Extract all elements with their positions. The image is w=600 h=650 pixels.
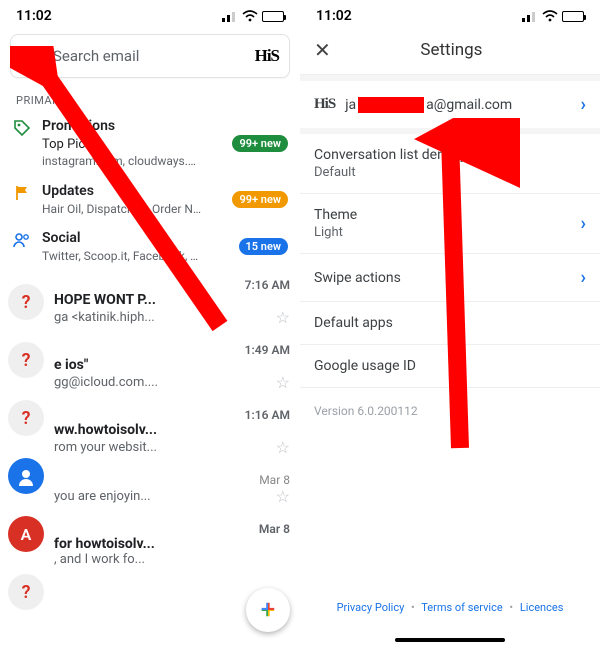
email-preview: ga <katinik.hiph... — [54, 310, 155, 325]
flag-icon — [12, 182, 32, 202]
email-subject: e ios" — [54, 357, 290, 373]
tab-meta: Hair Oil, Dispatched, Order No... — [42, 201, 202, 217]
row-label: Google usage ID — [314, 358, 586, 374]
email-list: 7:16 AM HOPE WONT P... ga <katinik.hiph.… — [0, 270, 300, 575]
account-email: ja a@gmail.com — [345, 97, 570, 113]
email-time: Mar 8 — [54, 522, 290, 536]
tab-updates[interactable]: Updates Hair Oil, Dispatched, Order No..… — [0, 176, 300, 223]
avatar-unknown[interactable]: ? — [8, 400, 44, 436]
wifi-icon — [542, 10, 558, 22]
licences-link[interactable]: Licences — [520, 601, 564, 614]
compose-fab[interactable]: + — [246, 588, 290, 632]
people-icon — [12, 229, 32, 249]
tab-title: Updates — [42, 182, 222, 201]
email-row[interactable]: 7:16 AM HOPE WONT P... ga <katinik.hiph.… — [54, 270, 300, 335]
status-bar: 11:02 — [0, 0, 300, 26]
email-time: 1:16 AM — [54, 408, 290, 422]
row-label: Swipe actions — [314, 270, 571, 286]
section-label: PRIMARY — [0, 86, 300, 111]
version-label: Version 6.0.200112 — [300, 388, 600, 434]
email-row[interactable]: 1:16 AM ww.howtoisolv... rom your websit… — [54, 400, 300, 465]
avatar-letter[interactable]: A — [8, 516, 44, 552]
avatar-unknown[interactable]: ? — [8, 342, 44, 378]
email-subject: for howtoisolv... — [54, 536, 290, 552]
star-icon[interactable]: ☆ — [276, 438, 290, 457]
avatar-user[interactable] — [8, 458, 44, 494]
email-subject: ww.howtoisolv... — [54, 422, 290, 438]
avatar-unknown[interactable]: ? — [8, 574, 44, 610]
star-icon[interactable]: ☆ — [276, 487, 290, 506]
battery-icon — [262, 11, 284, 22]
email-row[interactable]: 1:49 AM e ios" gg@icloud.com.... ☆ — [54, 335, 300, 400]
email-row[interactable]: Mar 8 you are enjoyin... ☆ — [54, 465, 300, 514]
email-time: Mar 8 — [54, 473, 290, 487]
tag-icon — [12, 117, 32, 137]
email-preview: gg@icloud.com.... — [54, 375, 158, 390]
settings-title: Settings — [317, 40, 586, 60]
email-time: 1:49 AM — [54, 343, 290, 357]
settings-header: ✕ Settings — [300, 26, 600, 74]
settings-list: HiS ja a@gmail.com › Conversation list d… — [300, 74, 600, 388]
plus-icon: + — [261, 595, 275, 625]
settings-density-row[interactable]: Conversation list density Default — [300, 134, 600, 194]
redacted-block — [358, 97, 424, 113]
badge: 99+ new — [232, 191, 288, 208]
status-bar: 11:02 — [300, 0, 600, 26]
sender-avatars: ? ? ? A ? — [8, 284, 44, 610]
status-icons — [522, 10, 584, 22]
privacy-link[interactable]: Privacy Policy — [337, 601, 405, 614]
email-subject: HOPE WONT P... — [54, 292, 290, 308]
home-indicator — [395, 638, 505, 642]
terms-link[interactable]: Terms of service — [421, 601, 502, 614]
status-time: 11:02 — [316, 8, 352, 24]
row-label: Default apps — [314, 315, 586, 331]
profile-avatar[interactable]: HiS — [255, 46, 279, 66]
tab-promotions[interactable]: Promotions Top Picks instagram.com, clou… — [0, 111, 300, 176]
row-value: Default — [314, 165, 586, 180]
chevron-right-icon: › — [581, 94, 586, 115]
search-input-placeholder: Search email — [53, 47, 243, 65]
badge: 15 new — [239, 238, 289, 255]
menu-icon[interactable] — [21, 49, 41, 63]
status-icons — [222, 10, 284, 22]
tab-social[interactable]: Social Twitter, Scoop.it, Facebook, Tu..… — [0, 223, 300, 270]
star-icon[interactable]: ☆ — [276, 308, 290, 327]
badge: 99+ new — [232, 135, 288, 152]
signal-icon — [222, 11, 238, 22]
settings-swipe-row[interactable]: Swipe actions › — [300, 254, 600, 302]
tab-meta: Twitter, Scoop.it, Facebook, Tu... — [42, 248, 202, 264]
email-preview: you are enjoyin... — [54, 489, 151, 504]
row-value: Light — [314, 225, 571, 240]
tab-title: Promotions — [42, 117, 222, 136]
tab-sub: Top Picks — [42, 136, 222, 154]
settings-usage-id-row[interactable]: Google usage ID — [300, 345, 600, 388]
status-time: 11:02 — [16, 8, 52, 24]
footer-links: Privacy Policy • Terms of service • Lice… — [300, 601, 600, 614]
email-preview: , and I work fo... — [54, 552, 145, 567]
tab-meta: instagram.com, cloudways.com, PeoplePerH… — [42, 153, 202, 169]
settings-theme-row[interactable]: Theme Light › — [300, 194, 600, 254]
search-bar[interactable]: Search email HiS — [10, 34, 290, 78]
email-preview: rom your websit... — [54, 440, 157, 455]
chevron-right-icon: › — [581, 213, 586, 234]
settings-default-apps-row[interactable]: Default apps — [300, 302, 600, 345]
email-time: 7:16 AM — [54, 278, 290, 292]
battery-icon — [562, 11, 584, 22]
row-label: Theme — [314, 207, 357, 223]
wifi-icon — [242, 10, 258, 22]
chevron-right-icon: › — [581, 267, 586, 288]
signal-icon — [522, 11, 538, 22]
row-label: Conversation list density — [314, 147, 467, 163]
email-row[interactable]: Mar 8 for howtoisolv... , and I work fo.… — [54, 514, 300, 575]
star-icon[interactable]: ☆ — [276, 373, 290, 392]
tab-title: Social — [42, 229, 229, 248]
account-avatar: HiS — [314, 96, 335, 113]
settings-account-row[interactable]: HiS ja a@gmail.com › — [300, 75, 600, 134]
avatar-unknown[interactable]: ? — [8, 284, 44, 320]
